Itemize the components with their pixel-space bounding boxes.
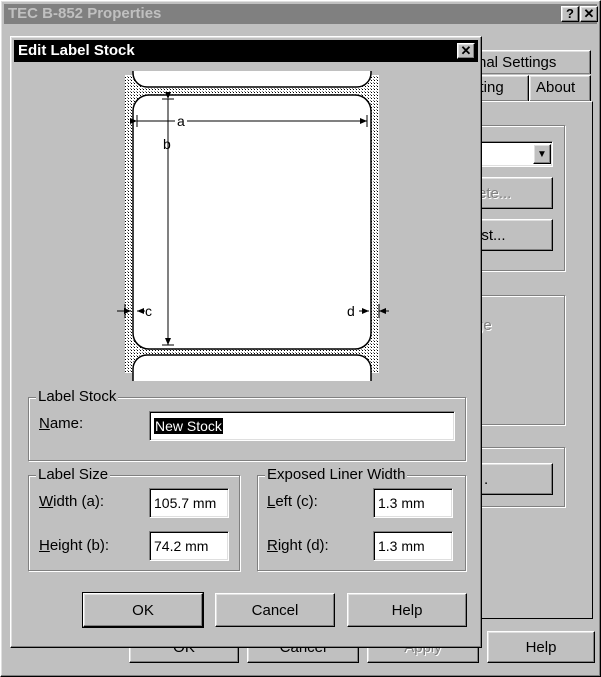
parent-group-middle xyxy=(471,295,565,425)
parent-partial-button[interactable]: . xyxy=(473,463,553,495)
cancel-button[interactable]: Cancel xyxy=(215,593,335,627)
dimension-d-label: d xyxy=(347,303,355,319)
ok-button[interactable]: OK xyxy=(82,592,204,628)
left-liner-field[interactable]: 1.3 mm xyxy=(373,488,453,518)
dimension-a-label: a xyxy=(177,113,185,129)
name-field-value: New Stock xyxy=(154,418,223,434)
height-field[interactable]: 74.2 mm xyxy=(149,531,229,561)
dialog-title-bar: Edit Label Stock xyxy=(14,40,478,62)
name-label: Name: xyxy=(39,415,84,432)
label-diagram: a b c d xyxy=(117,71,389,381)
dimension-c-label: c xyxy=(145,303,152,319)
delete-button[interactable]: ete... xyxy=(473,177,553,209)
right-liner-field[interactable]: 1.3 mm xyxy=(373,531,453,561)
help-caption-button[interactable]: ? xyxy=(561,6,579,22)
next-label xyxy=(132,354,372,381)
label-outline xyxy=(132,94,372,350)
close-icon: ✕ xyxy=(460,43,472,58)
width-field[interactable]: 105.7 mm xyxy=(149,488,229,518)
close-icon: ✕ xyxy=(583,6,595,21)
parent-help-button[interactable]: Help xyxy=(487,631,595,663)
name-field[interactable]: New Stock xyxy=(149,411,455,441)
liner-width-group-title: Exposed Liner Width xyxy=(265,466,408,483)
tab-general-settings[interactable]: nal Settings xyxy=(471,50,591,74)
dialog-title: Edit Label Stock xyxy=(18,42,135,59)
height-label: Height (b): xyxy=(39,537,110,554)
dialog-close-button[interactable]: ✕ xyxy=(457,43,475,59)
tab-about[interactable]: About xyxy=(529,75,591,101)
previous-label xyxy=(132,71,372,88)
properties-title-bar: TEC B-852 Properties xyxy=(4,4,597,24)
properties-title: TEC B-852 Properties xyxy=(8,5,162,22)
chevron-down-icon: ▼ xyxy=(537,148,547,160)
edit-label-stock-dialog: Edit Label Stock ✕ a b c d Label Stock N… xyxy=(10,36,482,648)
help-button[interactable]: Help xyxy=(347,593,467,627)
dropdown-arrow-button[interactable]: ▼ xyxy=(533,144,551,164)
right-liner-label: Right (d): xyxy=(267,537,329,554)
close-caption-button[interactable]: ✕ xyxy=(580,6,598,22)
left-liner-label: Left (c): xyxy=(267,493,318,510)
label-stock-group-title: Label Stock xyxy=(36,388,119,405)
list-button[interactable]: ist... xyxy=(473,219,553,251)
dimension-b-label: b xyxy=(163,136,171,152)
label-size-group-title: Label Size xyxy=(36,466,111,483)
width-label: Width (a): xyxy=(39,493,105,510)
